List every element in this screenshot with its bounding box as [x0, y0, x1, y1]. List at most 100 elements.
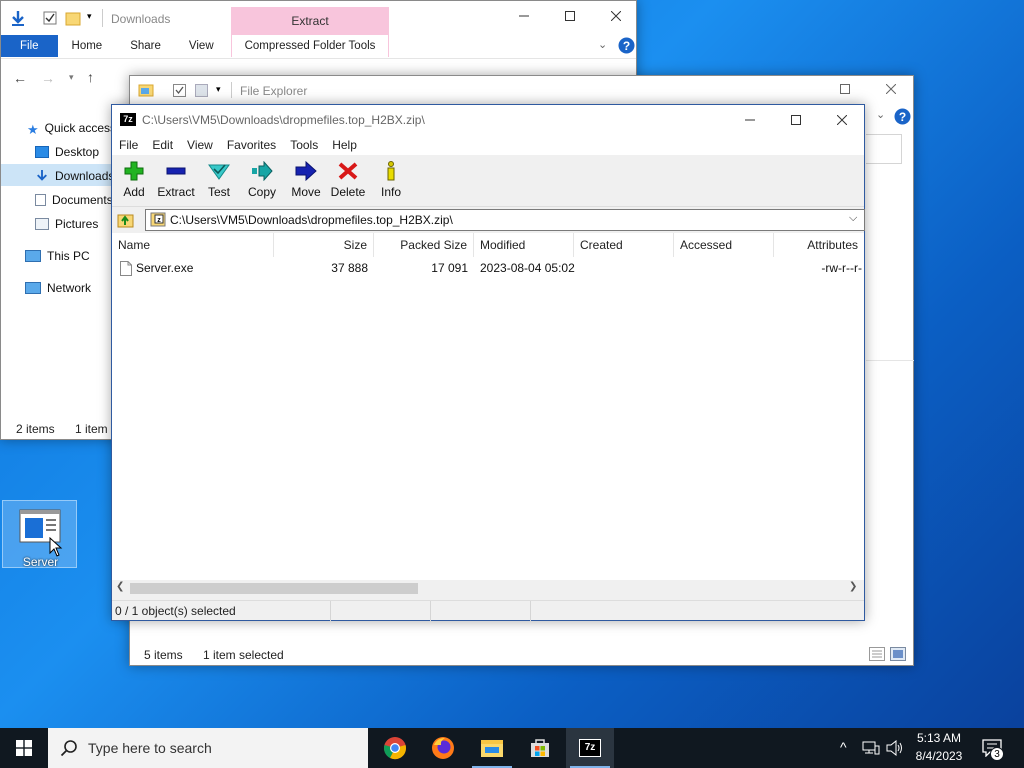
- title-divider: [231, 82, 232, 98]
- minimize-button[interactable]: [727, 105, 773, 135]
- nav-pictures[interactable]: Pictures: [35, 217, 98, 231]
- recent-locations-icon[interactable]: ▾: [69, 72, 74, 83]
- row-size: 37 888: [331, 261, 368, 275]
- desktop-icon-server[interactable]: Server: [2, 500, 77, 569]
- nav-desktop[interactable]: Desktop: [35, 145, 99, 159]
- help-icon[interactable]: ?: [618, 37, 635, 54]
- column-header-size[interactable]: Size: [274, 233, 374, 257]
- scroll-left-icon[interactable]: ❮: [116, 581, 124, 592]
- test-button[interactable]: Test: [197, 161, 241, 199]
- extract-button[interactable]: Extract: [154, 161, 198, 199]
- start-button[interactable]: [0, 728, 48, 768]
- tab-home[interactable]: Home: [58, 40, 117, 52]
- 7zip-status-bar: 0 / 1 object(s) selected: [112, 600, 864, 621]
- close-button[interactable]: [819, 105, 865, 135]
- maximize-button[interactable]: [822, 74, 868, 104]
- taskbar-7zip[interactable]: 7z: [566, 728, 614, 768]
- maximize-button[interactable]: [773, 105, 819, 135]
- nav-quick-access[interactable]: ★ Quick access: [27, 121, 116, 137]
- nav-this-pc[interactable]: This PC: [25, 249, 90, 263]
- close-button[interactable]: [868, 74, 914, 104]
- menu-help[interactable]: Help: [325, 138, 364, 152]
- notification-count-badge: 3: [990, 747, 1004, 761]
- column-header-accessed[interactable]: Accessed: [674, 233, 774, 257]
- add-button[interactable]: Add: [112, 161, 156, 199]
- tab-share[interactable]: Share: [116, 40, 175, 52]
- menu-edit[interactable]: Edit: [145, 138, 180, 152]
- status-item-count: 2 items: [16, 422, 55, 436]
- menu-view[interactable]: View: [180, 138, 220, 152]
- taskbar-file-explorer[interactable]: [468, 728, 516, 768]
- quick-access-toolbar-dropdown-icon[interactable]: ▾: [216, 84, 221, 95]
- nav-documents[interactable]: Documents: [35, 193, 113, 207]
- menu-favorites[interactable]: Favorites: [220, 138, 283, 152]
- column-header-packed-size[interactable]: Packed Size: [374, 233, 474, 257]
- 7zip-file-list[interactable]: Name Size Packed Size Modified Created A…: [112, 233, 864, 582]
- chrome-icon: [384, 737, 406, 760]
- volume-icon[interactable]: [886, 740, 904, 756]
- scrollbar-thumb[interactable]: [130, 583, 418, 594]
- taskbar-firefox[interactable]: [419, 728, 467, 768]
- properties-check-icon[interactable]: [173, 84, 186, 97]
- minimize-button[interactable]: [501, 1, 547, 31]
- network-tray-icon[interactable]: [862, 741, 880, 755]
- scroll-right-icon[interactable]: ❯: [849, 581, 857, 592]
- document-icon: [35, 194, 46, 206]
- delete-button[interactable]: Delete: [326, 161, 370, 199]
- nav-downloads[interactable]: Downloads: [35, 169, 114, 183]
- menu-file[interactable]: File: [112, 138, 145, 152]
- taskbar: Type here to search 7z ^ 5:13 AM 8/4/202…: [0, 728, 1024, 768]
- ribbon-expand-chevron-icon[interactable]: ⌄: [598, 38, 607, 51]
- test-check-icon: [208, 164, 230, 180]
- large-icons-view-icon[interactable]: [890, 647, 906, 661]
- ribbon-expand-chevron-icon[interactable]: ⌄: [876, 108, 885, 121]
- zip-archive-icon: z: [150, 212, 166, 227]
- taskbar-chrome[interactable]: [371, 728, 419, 768]
- nav-network[interactable]: Network: [25, 281, 91, 295]
- column-header-modified[interactable]: Modified: [474, 233, 574, 257]
- address-dropdown-icon[interactable]: ⌵: [849, 212, 857, 225]
- taskbar-search-box[interactable]: Type here to search: [48, 728, 368, 768]
- search-box-edge[interactable]: [866, 134, 902, 164]
- status-cell-2: [331, 601, 431, 621]
- minus-icon: [166, 167, 186, 175]
- desktop-icon: [35, 146, 49, 158]
- details-view-icon[interactable]: [869, 647, 885, 661]
- help-icon[interactable]: ?: [894, 108, 911, 125]
- new-folder-icon[interactable]: [195, 84, 208, 97]
- network-icon: [25, 282, 41, 294]
- row-modified: 2023-08-04 05:02: [480, 261, 575, 275]
- clock-date[interactable]: 8/4/2023: [908, 749, 970, 763]
- move-button[interactable]: Move: [284, 161, 328, 199]
- horizontal-scrollbar[interactable]: ❮ ❯: [112, 580, 864, 597]
- move-arrow-icon: [295, 161, 317, 181]
- show-hidden-icons-chevron-icon[interactable]: ^: [840, 739, 847, 755]
- quick-access-toolbar-dropdown-icon[interactable]: ▾: [87, 11, 92, 22]
- clock-time[interactable]: 5:13 AM: [908, 731, 970, 745]
- properties-check-icon[interactable]: [43, 11, 57, 25]
- column-header-attributes[interactable]: Attributes: [774, 233, 864, 257]
- maximize-button[interactable]: [547, 1, 593, 31]
- tab-compressed-folder-tools[interactable]: Compressed Folder Tools: [231, 35, 389, 57]
- forward-arrow-icon[interactable]: →: [41, 70, 55, 86]
- column-header-name[interactable]: Name: [112, 233, 274, 257]
- 7zip-address-text: C:\Users\VM5\Downloads\dropmefiles.top_H…: [170, 213, 453, 227]
- tab-view[interactable]: View: [175, 40, 228, 52]
- tab-file[interactable]: File: [1, 35, 58, 57]
- copy-button[interactable]: Copy: [240, 161, 284, 199]
- 7zip-toolbar: Add Extract Test Copy Move Delete Info: [112, 155, 864, 207]
- status-cell-4: [531, 601, 864, 621]
- close-button[interactable]: [593, 1, 639, 31]
- 7zip-address-box[interactable]: z C:\Users\VM5\Downloads\dropmefiles.top…: [145, 209, 865, 231]
- new-folder-icon[interactable]: [65, 10, 81, 26]
- star-icon: ★: [27, 122, 39, 137]
- up-folder-icon[interactable]: [117, 211, 135, 229]
- desktop-icon-label: Server: [22, 555, 59, 569]
- back-arrow-icon[interactable]: ←: [13, 70, 27, 86]
- firefox-icon: [432, 737, 454, 759]
- column-header-created[interactable]: Created: [574, 233, 674, 257]
- up-arrow-icon[interactable]: ↑: [87, 69, 94, 85]
- taskbar-store[interactable]: [516, 728, 564, 768]
- info-button[interactable]: Info: [369, 161, 413, 199]
- menu-tools[interactable]: Tools: [283, 138, 325, 152]
